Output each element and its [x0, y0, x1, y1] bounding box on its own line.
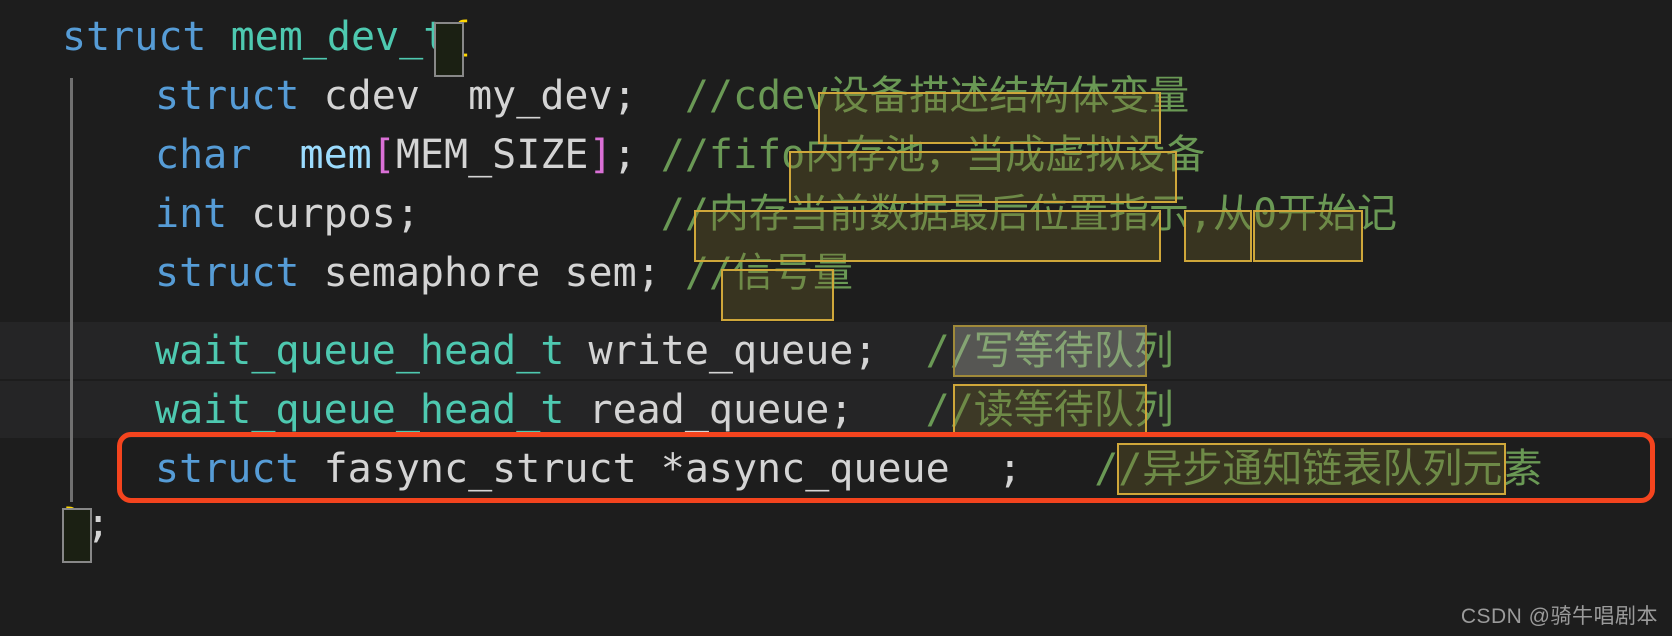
code-token-brace-y: }	[62, 501, 87, 547]
code-token-kw: struct	[155, 446, 300, 492]
code-token-id: semaphore sem;	[299, 250, 685, 296]
code-line-write-queue[interactable]: wait_queue_head_t write_queue; //写等待队列	[0, 322, 1672, 380]
code-token-brk: [	[371, 132, 396, 178]
code-token-id: fasync_struct *async_queue ;	[299, 446, 1095, 492]
code-token-id: read_queue;	[564, 387, 926, 433]
code-token-id: ;	[612, 132, 661, 178]
code-editor-screenshot: struct mem_dev_t{ struct cdev my_dev; //…	[0, 0, 1672, 636]
code-token-brace-y: {	[447, 14, 472, 60]
code-token-id	[251, 132, 299, 178]
code-token-id: MEM_SIZE	[395, 132, 589, 178]
code-token-field: mem	[299, 132, 372, 178]
code-token-id: write_queue;	[564, 328, 926, 374]
code-token-typ: mem_dev_t	[230, 14, 448, 60]
code-token-kw: struct	[62, 14, 207, 60]
code-token-cmt: //异步通知链表队列元素	[1094, 446, 1543, 492]
code-line-mem[interactable]: char mem[MEM_SIZE]; //fifo内存池，当成虚拟设备	[0, 126, 1672, 184]
code-token-id: curpos;	[227, 191, 661, 237]
code-line-curpos[interactable]: int curpos; //内存当前数据最后位置指示,从0开始记	[0, 185, 1672, 243]
code-token-cmt: //信号量	[684, 250, 853, 296]
code-token-cmt: //cdev设备描述结构体变量	[684, 73, 1190, 119]
code-token-typ: wait_queue_head_t	[155, 328, 565, 374]
code-line-my-dev[interactable]: struct cdev my_dev; //cdev设备描述结构体变量	[0, 67, 1672, 125]
code-token-kw: int	[155, 191, 228, 237]
code-token-id: cdev my_dev;	[299, 73, 685, 119]
code-line-sem[interactable]: struct semaphore sem; //信号量	[0, 244, 1672, 302]
code-token-cmt: //内存当前数据最后位置指示,从0开始记	[660, 191, 1398, 237]
code-token-cmt: //fifo内存池，当成虚拟设备	[660, 132, 1206, 178]
code-token-kw: char	[155, 132, 252, 178]
csdn-watermark: CSDN @骑牛唱剧本	[1460, 605, 1658, 628]
code-token-kw: struct	[155, 250, 300, 296]
code-token-id	[207, 14, 231, 60]
code-token-kw: struct	[155, 73, 300, 119]
code-line-struct-open[interactable]: struct mem_dev_t{	[0, 8, 1672, 66]
code-line-async-queue[interactable]: struct fasync_struct *async_queue ; //异步…	[0, 440, 1672, 498]
code-token-typ: wait_queue_head_t	[155, 387, 565, 433]
code-token-cmt: //写等待队列	[925, 328, 1174, 374]
code-token-brk: ]	[588, 132, 613, 178]
code-token-id: ;	[86, 501, 111, 547]
code-line-struct-close[interactable]: };	[0, 495, 1672, 553]
code-token-cmt: //读等待队列	[925, 387, 1174, 433]
code-line-read-queue[interactable]: wait_queue_head_t read_queue; //读等待队列	[0, 381, 1672, 439]
